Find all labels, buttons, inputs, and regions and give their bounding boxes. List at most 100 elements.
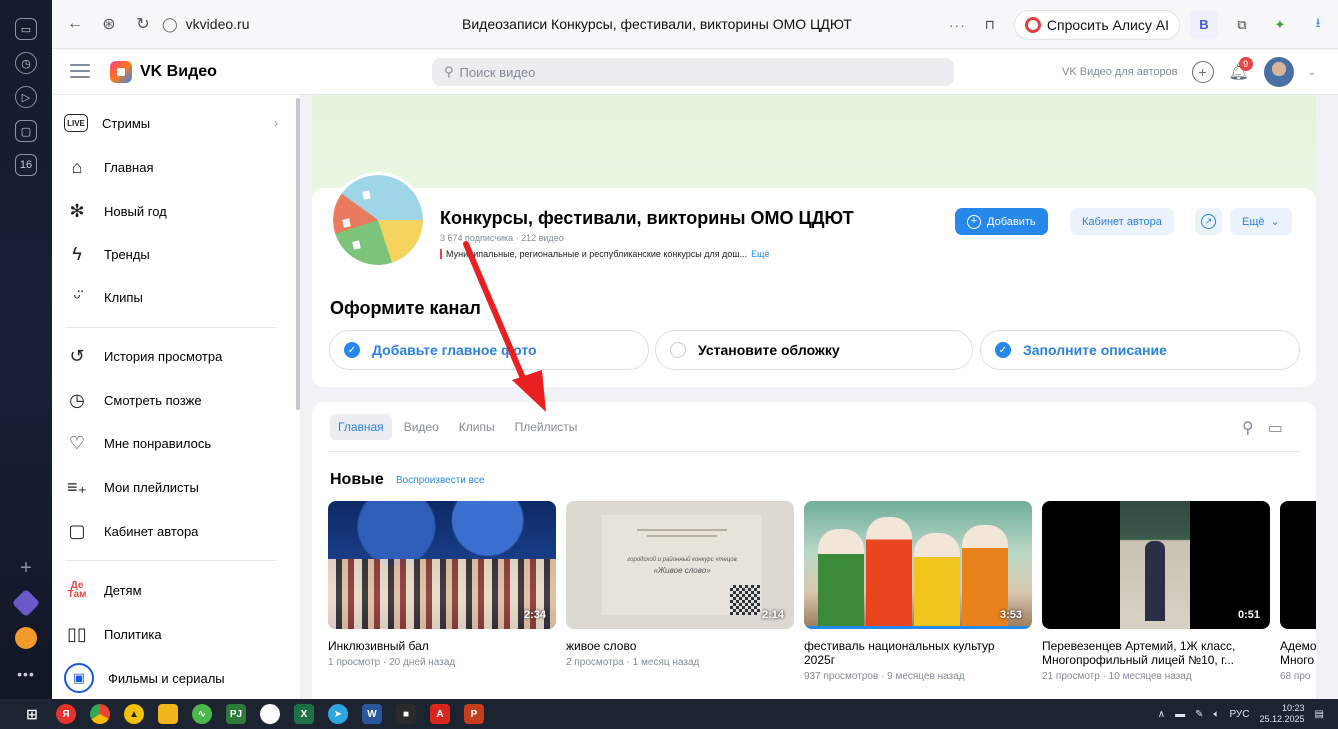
video-thumbnail[interactable]: [1280, 501, 1316, 629]
yandex-browser-icon[interactable]: Я: [56, 704, 76, 724]
language-indicator[interactable]: РУС: [1229, 709, 1249, 720]
page-title: Видеозаписи Конкурсы, фестивали, виктори…: [462, 16, 852, 32]
sidebar-item-new-year[interactable]: ✻ Новый год: [64, 195, 284, 227]
history-icon[interactable]: ◷: [15, 52, 37, 74]
pdf-icon[interactable]: A: [430, 704, 450, 724]
setup-step-main-photo[interactable]: ✓ Добавьте главное фото: [329, 330, 649, 370]
reload-icon[interactable]: ↻: [126, 7, 160, 41]
volume-icon[interactable]: 🔈︎: [1213, 709, 1219, 720]
network-icon[interactable]: ▬: [1175, 709, 1185, 720]
video-title[interactable]: Инклюзивный бал: [328, 639, 556, 653]
play-all-link[interactable]: Воспроизвести все: [396, 475, 484, 486]
video-card[interactable]: Адемо Много 68 про: [1280, 501, 1316, 682]
tab-videos[interactable]: Видео: [396, 414, 447, 440]
notifications-bell-icon[interactable]: 🔔︎ 9: [1228, 57, 1253, 83]
mascot-app-icon[interactable]: [15, 627, 37, 649]
clock[interactable]: 10:23 25.12.2025: [1260, 703, 1305, 725]
author-cabinet-button[interactable]: Кабинет автора: [1070, 208, 1174, 235]
telegram-icon[interactable]: ➤: [328, 704, 348, 724]
video-card[interactable]: 2:34 Инклюзивный бал 1 просмотр · 20 дне…: [328, 501, 556, 668]
windows-start-icon[interactable]: ⊞: [22, 704, 42, 724]
sidebar-item-clips[interactable]: ᵕ̈ Клипы: [64, 281, 284, 313]
word-icon[interactable]: W: [362, 704, 382, 724]
video-title-line2[interactable]: 2025г: [804, 653, 1032, 667]
folder-icon[interactable]: [158, 704, 178, 724]
more-button[interactable]: Ещё ⌄: [1230, 208, 1292, 235]
comment-icon[interactable]: ▭: [1268, 418, 1283, 438]
user-avatar[interactable]: [1263, 57, 1294, 87]
protect-icon[interactable]: ⊛: [92, 7, 126, 41]
excel-icon[interactable]: X: [294, 704, 314, 724]
calendar-badge-icon[interactable]: 16: [15, 154, 37, 176]
notifications-icon[interactable]: ▤: [1315, 709, 1324, 720]
tabs-icon[interactable]: ▭: [15, 18, 37, 40]
video-title[interactable]: живое слово: [566, 639, 794, 653]
channel-avatar[interactable]: [330, 172, 426, 268]
site-info-icon[interactable]: ◯: [162, 16, 178, 33]
sidebar-item-trends[interactable]: ϟ Тренды: [64, 238, 284, 270]
for-authors-link[interactable]: VK Видео для авторов: [1062, 66, 1178, 78]
app-icon[interactable]: ■: [396, 704, 416, 724]
video-title[interactable]: Адемо: [1280, 639, 1316, 653]
address-bar[interactable]: ◯ vkvideo.ru: [162, 16, 249, 33]
video-card[interactable]: 0:51 Перевезенцев Артемий, 1Ж класс, Мно…: [1042, 501, 1270, 682]
app-icon[interactable]: [260, 704, 280, 724]
extension-icon[interactable]: ✦: [1266, 11, 1294, 39]
sidebar-item-home[interactable]: ⌂ Главная: [64, 151, 284, 183]
video-thumbnail[interactable]: 2:34: [328, 501, 556, 629]
more-dots-icon[interactable]: ···: [949, 17, 966, 33]
chevron-down-icon[interactable]: ⌄: [1308, 67, 1316, 78]
video-title[interactable]: Перевезенцев Артемий, 1Ж класс,: [1042, 639, 1270, 653]
tab-main[interactable]: Главная: [330, 414, 392, 440]
sidebar-item-movies[interactable]: ▣ Фильмы и сериалы: [64, 662, 284, 694]
video-thumbnail[interactable]: 3:53: [804, 501, 1032, 629]
upload-plus-icon[interactable]: +: [1191, 61, 1214, 83]
more-dots-icon[interactable]: •••: [15, 663, 37, 685]
video-card[interactable]: городской и районный конкурс чтецов «Жив…: [566, 501, 794, 668]
video-thumbnail[interactable]: городской и районный конкурс чтецов «Жив…: [566, 501, 794, 629]
vk-video-logo[interactable]: VK Видео: [110, 61, 217, 83]
sidebar-item-watch-later[interactable]: ◷ Смотреть позже: [64, 384, 284, 416]
bookmark-icon[interactable]: ⊓: [976, 11, 1004, 39]
video-thumbnail[interactable]: 0:51: [1042, 501, 1270, 629]
tab-playlists[interactable]: Плейлисты: [507, 414, 586, 440]
powerpoint-icon[interactable]: P: [464, 704, 484, 724]
share-button[interactable]: ↗: [1195, 208, 1222, 235]
pen-icon[interactable]: ✎: [1195, 709, 1203, 720]
video-card[interactable]: 3:53 фестиваль национальных культур 2025…: [804, 501, 1032, 682]
tray-chevron-icon[interactable]: ∧: [1158, 709, 1165, 720]
screen-icon[interactable]: ▢: [15, 120, 37, 142]
sidebar-item-streams[interactable]: LIVE Стримы ›: [64, 107, 284, 139]
search-input[interactable]: ⚲ Поиск видео: [432, 58, 954, 86]
app-icon[interactable]: ∿: [192, 704, 212, 724]
sidebar-item-history[interactable]: ↺ История просмотра: [64, 340, 284, 372]
video-title-line2[interactable]: Много: [1280, 653, 1316, 667]
play-icon[interactable]: ▷: [15, 86, 37, 108]
add-button[interactable]: + Добавить: [955, 208, 1048, 235]
sidebar-item-playlists[interactable]: ≡₊ Мои плейлисты: [64, 471, 284, 503]
tab-clips[interactable]: Клипы: [451, 414, 503, 440]
video-title-line2[interactable]: Многопрофильный лицей №10, г...: [1042, 653, 1270, 667]
sidebar-scrollbar[interactable]: [296, 98, 300, 410]
sidebar-item-liked[interactable]: ♡ Мне понравилось: [64, 427, 284, 459]
collections-icon[interactable]: ⧉: [1228, 11, 1256, 39]
cube-app-icon[interactable]: [11, 588, 41, 618]
alice-button[interactable]: Спросить Алису AI: [1013, 9, 1180, 40]
add-panel-icon[interactable]: +: [15, 557, 37, 579]
video-title[interactable]: фестиваль национальных культур: [804, 639, 1032, 653]
url-text[interactable]: vkvideo.ru: [186, 16, 250, 32]
setup-step-cover[interactable]: Установите обложку: [655, 330, 973, 370]
description-more-link[interactable]: Ещё: [751, 249, 769, 259]
app-icon[interactable]: PJ: [226, 704, 246, 724]
app-icon[interactable]: ▲: [124, 704, 144, 724]
downloads-icon[interactable]: ⭳: [1304, 11, 1332, 39]
sidebar-item-kids[interactable]: Де Там Детям: [64, 574, 284, 606]
back-icon[interactable]: ←: [58, 7, 92, 41]
chrome-icon[interactable]: [90, 704, 110, 724]
sidebar-item-politics[interactable]: ▯▯ Политика: [64, 618, 284, 650]
sidebar-item-author-cabinet[interactable]: ▢ Кабинет автора: [64, 515, 284, 547]
setup-step-description[interactable]: ✓ Заполните описание: [980, 330, 1300, 370]
profile-button[interactable]: В: [1190, 10, 1218, 39]
menu-icon[interactable]: [70, 61, 90, 81]
search-icon[interactable]: ⚲: [1242, 418, 1254, 438]
